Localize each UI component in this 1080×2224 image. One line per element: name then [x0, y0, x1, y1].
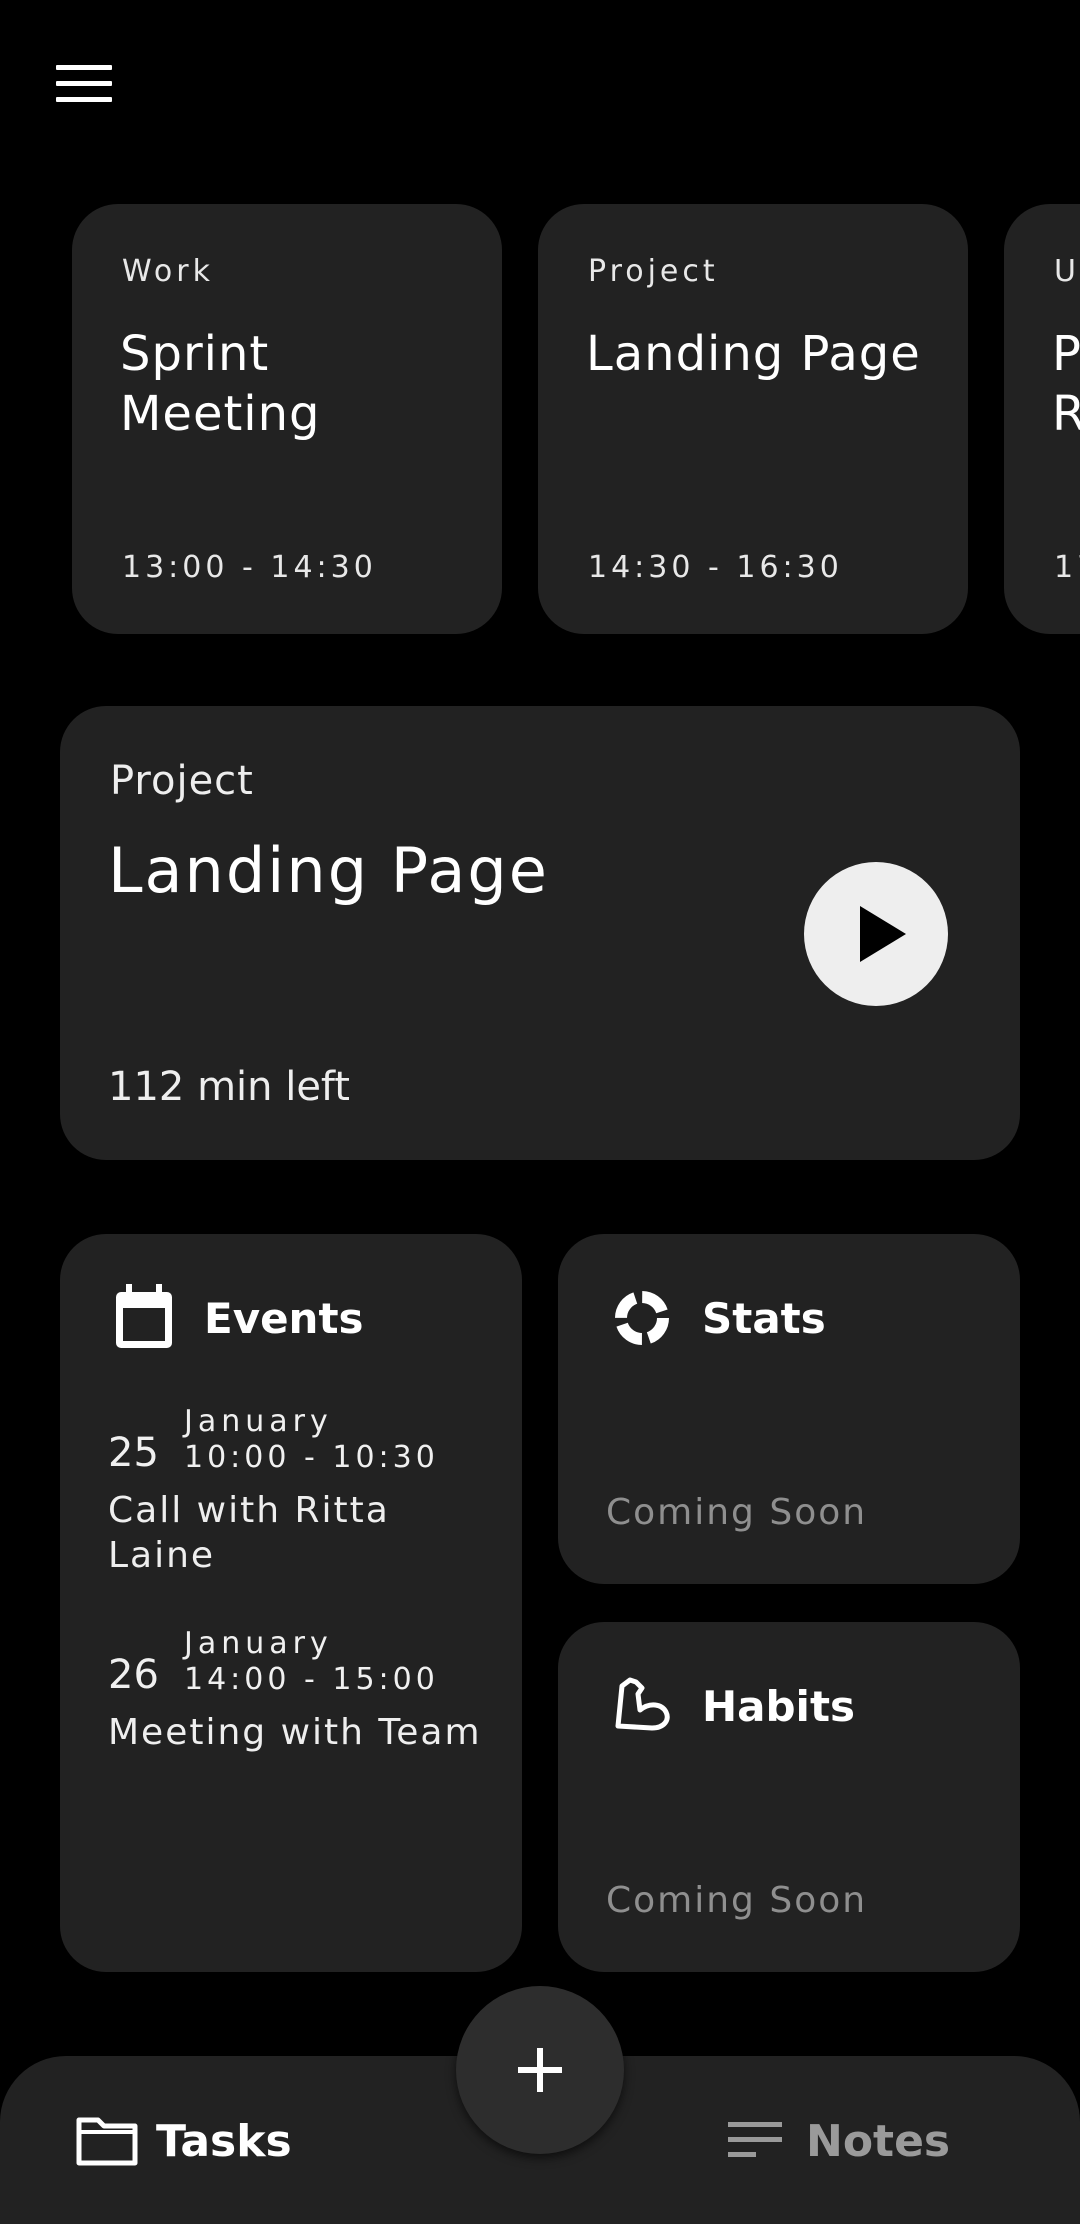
task-time: 17 [1054, 550, 1080, 585]
current-task-category: Project [110, 758, 254, 804]
task-time: 13:00 - 14:30 [122, 550, 377, 585]
hamburger-menu-icon[interactable] [56, 65, 112, 105]
task-category: U [1054, 254, 1080, 289]
task-category: Work [122, 254, 214, 289]
event-name: Meeting with Team [108, 1712, 482, 1753]
task-card[interactable]: Project Landing Page 14:30 - 16:30 [538, 204, 968, 634]
events-widget[interactable]: Events 25 January 10:00 - 10:30 Call wit… [60, 1234, 522, 1972]
task-category: Project [588, 254, 719, 289]
calendar-icon [114, 1284, 174, 1350]
folder-icon [76, 2116, 138, 2166]
event-month: January [184, 1404, 333, 1439]
plus-icon [518, 2048, 562, 2092]
events-title: Events [204, 1294, 364, 1343]
event-time: 10:00 - 10:30 [184, 1440, 439, 1475]
event-item[interactable]: 26 January 14:00 - 15:00 Meeting with Te… [108, 1626, 508, 1796]
task-card[interactable]: Work Sprint Meeting 13:00 - 14:30 [72, 204, 502, 634]
nav-tasks[interactable]: Tasks [76, 2056, 316, 2224]
current-task-title: Landing Page [108, 834, 549, 907]
task-time: 14:30 - 16:30 [588, 550, 843, 585]
time-remaining: 112 min left [108, 1064, 350, 1110]
task-title: Sprint Meeting [120, 326, 321, 442]
donut-chart-icon [612, 1288, 672, 1354]
stats-status: Coming Soon [606, 1492, 868, 1533]
event-month: January [184, 1626, 333, 1661]
event-name: Call with Ritta Laine [108, 1490, 390, 1576]
play-icon [860, 906, 906, 962]
habits-status: Coming Soon [606, 1880, 868, 1921]
event-time: 14:00 - 15:00 [184, 1662, 439, 1697]
habits-widget[interactable]: Habits Coming Soon [558, 1622, 1020, 1972]
task-title: P R [1052, 326, 1080, 442]
current-task-card[interactable]: Project Landing Page 112 min left [60, 706, 1020, 1160]
flexed-arm-icon [612, 1674, 672, 1740]
event-day: 26 [108, 1652, 159, 1698]
habits-title: Habits [702, 1682, 856, 1731]
task-card[interactable]: U P R 17 [1004, 204, 1080, 634]
nav-notes-label: Notes [806, 2116, 951, 2167]
notes-lines-icon [728, 2120, 782, 2160]
stats-title: Stats [702, 1294, 826, 1343]
add-button[interactable] [456, 1986, 624, 2154]
nav-tasks-label: Tasks [156, 2116, 292, 2167]
event-item[interactable]: 25 January 10:00 - 10:30 Call with Ritta… [108, 1404, 508, 1576]
nav-notes[interactable]: Notes [728, 2056, 968, 2224]
task-carousel[interactable]: Work Sprint Meeting 13:00 - 14:30 Projec… [0, 204, 1080, 634]
play-button[interactable] [804, 862, 948, 1006]
task-title: Landing Page [586, 326, 921, 382]
event-day: 25 [108, 1430, 159, 1476]
stats-widget[interactable]: Stats Coming Soon [558, 1234, 1020, 1584]
